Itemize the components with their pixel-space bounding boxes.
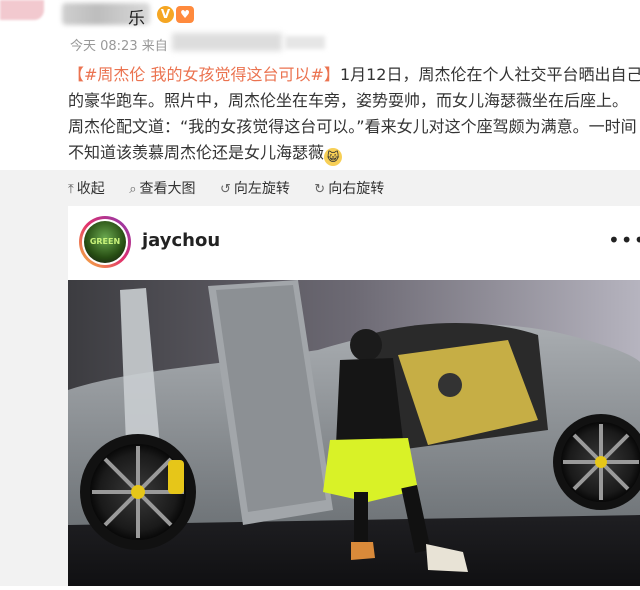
bracket-close: 】 — [323, 65, 340, 84]
collapse-label: 收起 — [76, 181, 105, 197]
instagram-screenshot[interactable]: GREEN jaychou ••• — [68, 206, 640, 586]
collapse-icon: ⤒ — [68, 182, 74, 197]
rotate-left-icon: ↺ — [219, 182, 231, 197]
shoe-left — [351, 542, 375, 560]
avatar[interactable] — [0, 0, 44, 20]
source-blurred — [172, 33, 282, 51]
instagram-avatar: GREEN — [84, 221, 126, 263]
instagram-avatar-ring: GREEN — [79, 216, 131, 268]
instagram-header: GREEN jaychou ••• — [68, 206, 640, 281]
post-text-line-4: 不知道该羡慕周杰伦还是女儿海瑟薇 😺 — [68, 140, 640, 166]
username-tail[interactable]: 乐 — [128, 4, 145, 29]
collapse-button[interactable]: ⤒ 收起 — [68, 178, 105, 198]
media-toolbar: ⤒ 收起 ⌕ 查看大图 ↺ 向左旋转 ↻ 向右旋转 — [68, 178, 404, 198]
post-timestamp: 今天 08:23 来自 — [70, 39, 168, 54]
post-text-line-2: 的豪华跑车。照片中，周杰伦坐在车旁，姿势耍帅，而女儿海瑟薇坐在后座上。 — [68, 91, 629, 110]
brake-caliper — [168, 460, 184, 494]
magnifier-icon: ⌕ — [129, 182, 137, 197]
line4-text: 不知道该羡慕周杰伦还是女儿海瑟薇 — [68, 143, 325, 162]
hashtag-link[interactable]: #周杰伦 我的女孩觉得这台可以# — [84, 65, 324, 84]
rotate-right-icon: ↻ — [314, 182, 326, 197]
person-leg-left — [354, 492, 368, 542]
line1-text: 1月12日，周杰伦在个人社交平台晒出自己 — [339, 65, 640, 84]
post-text: 【#周杰伦 我的女孩觉得这台可以#】1月12日，周杰伦在个人社交平台晒出自己 的… — [68, 62, 640, 166]
verified-icon: V — [157, 6, 174, 23]
person-head — [350, 329, 382, 361]
cat-emoji-icon: 😺 — [324, 148, 343, 166]
more-options-icon: ••• — [608, 228, 640, 252]
rotate-left-label: 向左旋转 — [233, 181, 290, 197]
member-badge-icon: ♥ — [176, 6, 194, 23]
post-header: 乐 V ♥ 今天 08:23 来自 — [0, 0, 640, 58]
person-hoodie — [336, 358, 403, 445]
rotate-left-button[interactable]: ↺ 向左旋转 — [220, 178, 290, 198]
car-photo-illustration — [68, 280, 640, 586]
source-blurred-tail — [285, 36, 325, 49]
post-text-line-3: 周杰伦配文道：“我的女孩觉得这台可以。”看来女儿对这个座驾颇为满意。一时间 — [68, 117, 637, 136]
instagram-avatar-inner: GREEN — [82, 219, 128, 265]
car-photo — [68, 280, 640, 586]
rotate-right-label: 向右旋转 — [328, 181, 385, 197]
bracket-open: 【 — [68, 65, 85, 84]
rotate-right-button[interactable]: ↻ 向右旋转 — [314, 178, 384, 198]
post-text-line-1: 【#周杰伦 我的女孩觉得这台可以#】1月12日，周杰伦在个人社交平台晒出自己 — [68, 62, 640, 88]
child-in-seat — [438, 373, 462, 397]
view-large-label: 查看大图 — [139, 181, 196, 197]
view-large-button[interactable]: ⌕ 查看大图 — [129, 178, 195, 198]
instagram-handle: jaychou — [142, 230, 221, 251]
